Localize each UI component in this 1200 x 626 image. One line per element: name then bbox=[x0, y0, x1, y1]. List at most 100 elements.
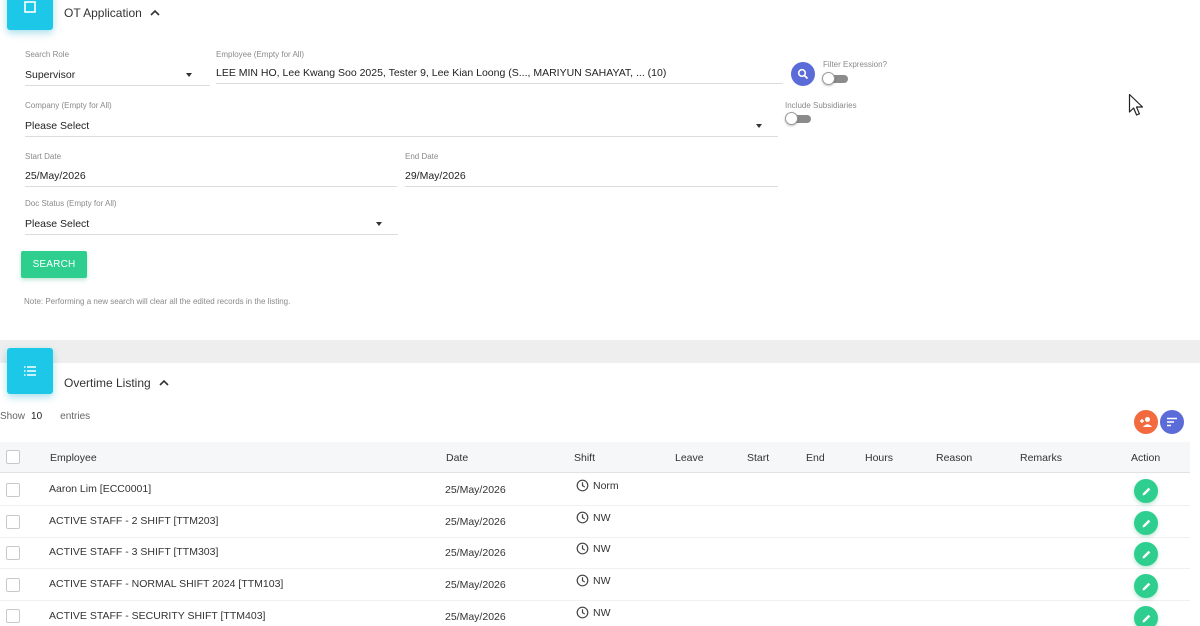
column-header[interactable]: Shift bbox=[574, 452, 595, 464]
search-icon bbox=[797, 68, 809, 80]
table-row: ACTIVE STAFF - 2 SHIFT [TTM203] 25/May/2… bbox=[0, 506, 1190, 538]
column-header[interactable]: Hours bbox=[865, 452, 893, 464]
table-row: ACTIVE STAFF - SECURITY SHIFT [TTM403] 2… bbox=[0, 601, 1190, 626]
select-all-checkbox[interactable] bbox=[6, 450, 20, 464]
column-header[interactable]: Start bbox=[747, 452, 769, 464]
column-header[interactable]: Reason bbox=[936, 452, 972, 464]
date-cell: 25/May/2026 bbox=[445, 516, 506, 528]
mouse-cursor-icon bbox=[1128, 93, 1144, 116]
dropdown-caret-icon bbox=[756, 123, 762, 128]
list-icon bbox=[7, 348, 53, 394]
clock-icon bbox=[576, 479, 589, 492]
employee-cell: ACTIVE STAFF - 3 SHIFT [TTM303] bbox=[49, 546, 219, 558]
date-cell: 25/May/2026 bbox=[445, 611, 506, 623]
include-subsidiaries-label: Include Subsidiaries bbox=[785, 101, 857, 110]
pencil-icon bbox=[1142, 519, 1150, 527]
ot-application-header[interactable]: OT Application bbox=[64, 6, 161, 20]
row-checkbox[interactable] bbox=[6, 483, 20, 497]
chevron-up-icon[interactable] bbox=[158, 377, 170, 389]
column-header[interactable]: Employee bbox=[50, 452, 97, 464]
start-date-value: 25/May/2026 bbox=[25, 169, 86, 182]
shift-cell[interactable]: NW bbox=[576, 606, 611, 619]
clock-icon bbox=[576, 606, 589, 619]
shift-code: Norm bbox=[593, 479, 619, 492]
clock-icon bbox=[576, 511, 589, 524]
edit-button[interactable] bbox=[1134, 542, 1158, 566]
column-header[interactable]: Remarks bbox=[1020, 452, 1062, 464]
pencil-icon bbox=[1142, 582, 1150, 590]
row-checkbox[interactable] bbox=[6, 578, 20, 592]
column-header[interactable]: Leave bbox=[675, 452, 704, 464]
clock-icon bbox=[576, 542, 589, 555]
row-checkbox[interactable] bbox=[6, 546, 20, 560]
entries-label: entries bbox=[60, 411, 91, 422]
pencil-icon bbox=[1142, 614, 1150, 622]
column-header[interactable]: Date bbox=[446, 452, 468, 464]
date-cell: 25/May/2026 bbox=[445, 579, 506, 591]
company-label: Company (Empty for All) bbox=[25, 101, 112, 110]
edit-button[interactable] bbox=[1134, 511, 1158, 535]
date-cell: 25/May/2026 bbox=[445, 547, 506, 559]
page: OT Application Search Role Supervisor Em… bbox=[0, 0, 1200, 626]
end-date-value: 29/May/2026 bbox=[405, 169, 466, 182]
sort-button[interactable] bbox=[1160, 410, 1184, 434]
employee-cell: ACTIVE STAFF - SECURITY SHIFT [TTM403] bbox=[49, 610, 266, 622]
start-date-field[interactable]: 25/May/2026 bbox=[25, 165, 397, 187]
search-role-label: Search Role bbox=[25, 50, 70, 59]
date-cell: 25/May/2026 bbox=[445, 484, 506, 496]
employee-field[interactable]: LEE MIN HO, Lee Kwang Soo 2025, Tester 9… bbox=[216, 62, 783, 84]
employee-search-button[interactable] bbox=[791, 62, 815, 86]
filter-expression-toggle[interactable] bbox=[822, 72, 848, 85]
include-subsidiaries-toggle[interactable] bbox=[785, 112, 811, 125]
employee-cell: ACTIVE STAFF - NORMAL SHIFT 2024 [TTM103… bbox=[49, 578, 284, 590]
employee-value: LEE MIN HO, Lee Kwang Soo 2025, Tester 9… bbox=[216, 66, 667, 79]
doc-status-label: Doc Status (Empty for All) bbox=[25, 199, 117, 208]
page-length-control: Show 10 entries bbox=[0, 411, 90, 422]
table-row: Aaron Lim [ECC0001] 25/May/2026 Norm bbox=[0, 474, 1190, 506]
overtime-listing-header[interactable]: Overtime Listing bbox=[64, 376, 170, 390]
chevron-up-icon[interactable] bbox=[149, 7, 161, 19]
end-date-label: End Date bbox=[405, 152, 439, 161]
table-header: Employee Date Shift Leave Start End Hour… bbox=[0, 442, 1190, 473]
start-date-label: Start Date bbox=[25, 152, 62, 161]
section-title: Overtime Listing bbox=[64, 376, 151, 390]
show-label: Show bbox=[0, 411, 26, 422]
employee-cell: ACTIVE STAFF - 2 SHIFT [TTM203] bbox=[49, 515, 219, 527]
shift-code: NW bbox=[593, 542, 611, 555]
shift-cell[interactable]: NW bbox=[576, 511, 611, 524]
add-person-icon bbox=[1140, 417, 1152, 427]
shift-cell[interactable]: NW bbox=[576, 542, 611, 555]
form-icon bbox=[7, 0, 53, 30]
section-title: OT Application bbox=[64, 6, 142, 20]
add-employee-button[interactable] bbox=[1134, 410, 1158, 434]
end-date-field[interactable]: 29/May/2026 bbox=[405, 165, 778, 187]
pencil-icon bbox=[1142, 487, 1150, 495]
dropdown-caret-icon bbox=[186, 72, 192, 77]
search-button[interactable]: SEARCH bbox=[21, 251, 87, 278]
shift-cell[interactable]: NW bbox=[576, 574, 611, 587]
sort-icon bbox=[1167, 417, 1177, 427]
company-select[interactable]: Please Select bbox=[25, 115, 778, 137]
section-divider bbox=[0, 340, 1200, 363]
column-header[interactable]: End bbox=[806, 452, 825, 464]
table-row: ACTIVE STAFF - NORMAL SHIFT 2024 [TTM103… bbox=[0, 569, 1190, 601]
shift-cell[interactable]: Norm bbox=[576, 479, 619, 492]
edit-button[interactable] bbox=[1134, 606, 1158, 626]
edit-button[interactable] bbox=[1134, 479, 1158, 503]
page-length-select[interactable]: 10 bbox=[31, 411, 42, 422]
row-checkbox[interactable] bbox=[6, 515, 20, 529]
doc-status-value: Please Select bbox=[25, 217, 90, 230]
dropdown-caret-icon bbox=[376, 221, 382, 226]
row-checkbox[interactable] bbox=[6, 609, 20, 623]
search-role-select[interactable]: Supervisor bbox=[25, 64, 210, 86]
shift-code: NW bbox=[593, 606, 611, 619]
edit-button[interactable] bbox=[1134, 574, 1158, 598]
employee-label: Employee (Empty for All) bbox=[216, 50, 305, 59]
company-value: Please Select bbox=[25, 119, 90, 132]
doc-status-select[interactable]: Please Select bbox=[25, 213, 398, 235]
shift-code: NW bbox=[593, 574, 611, 587]
shift-code: NW bbox=[593, 511, 611, 524]
search-note: Note: Performing a new search will clear… bbox=[24, 297, 291, 306]
clock-icon bbox=[576, 574, 589, 587]
table-row: ACTIVE STAFF - 3 SHIFT [TTM303] 25/May/2… bbox=[0, 537, 1190, 569]
